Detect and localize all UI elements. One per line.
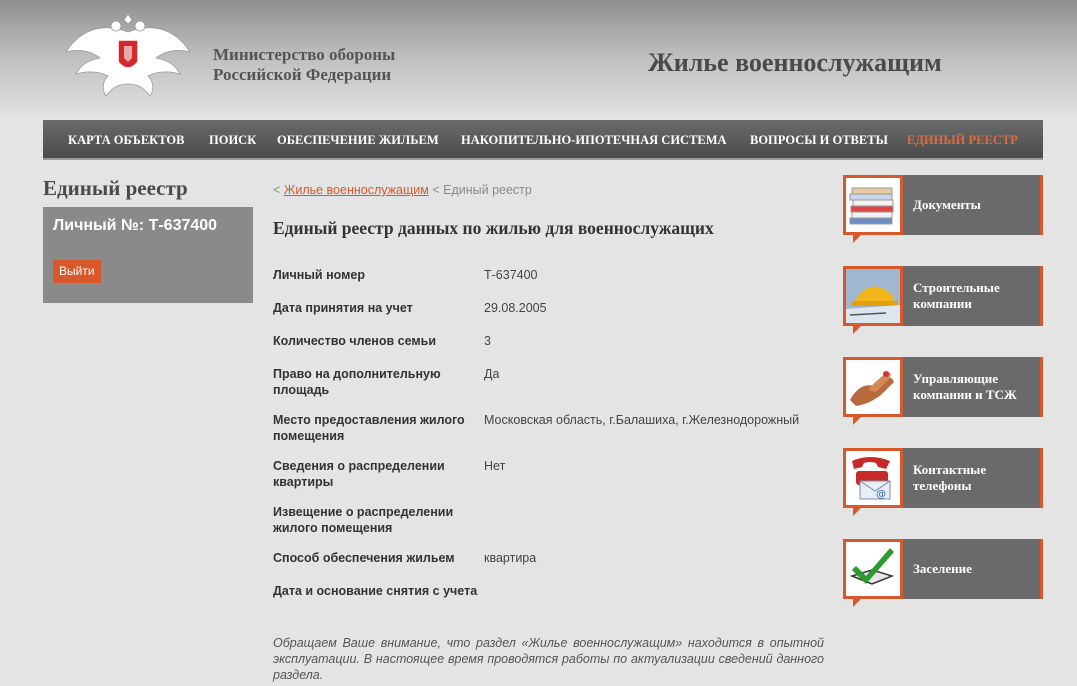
side-block-label: Строительные компании (913, 280, 1000, 311)
side-block-documents[interactable]: Документы (843, 175, 1043, 243)
page-title: Единый реестр данных по жилью для военно… (273, 218, 714, 238)
side-block-settlement[interactable]: Заселение (843, 539, 1043, 607)
callout-tail (853, 417, 861, 425)
nav-item-faq[interactable]: ВОПРОСЫ И ОТВЕТЫ (750, 133, 888, 148)
field-label: Дата принятия на учет (273, 301, 413, 315)
logout-button[interactable]: Выйти (53, 260, 101, 283)
field-value: Нет (484, 459, 506, 473)
main-nav: КАРТА ОБЪЕКТОВ ПОИСК ОБЕСПЕЧЕНИЕ ЖИЛЬЕМ … (43, 120, 1043, 160)
field-value: Московская область, г.Балашиха, г.Железн… (484, 413, 800, 427)
double-headed-eagle-emblem-icon (65, 13, 191, 97)
callout-tail (853, 326, 861, 334)
side-block-label: Заселение (913, 561, 972, 576)
handshake-icon (843, 357, 903, 417)
field-label: Извещение о распределении жилого помещен… (273, 505, 454, 535)
documents-stack-icon (843, 175, 903, 235)
field-value: 3 (484, 334, 491, 348)
svg-text:@: @ (876, 489, 886, 500)
side-block-contacts[interactable]: @ Контактные телефоны (843, 448, 1043, 516)
breadcrumb-separator: < (432, 183, 440, 197)
personal-number: Личный №: Т-637400 (53, 217, 218, 234)
breadcrumb-current: Единый реестр (443, 183, 532, 197)
side-block-label: Управляющие компании и ТСЖ (913, 371, 1017, 402)
breadcrumb-separator: < (273, 183, 281, 197)
field-value: квартира (484, 551, 537, 565)
side-block-management[interactable]: Управляющие компании и ТСЖ (843, 357, 1043, 425)
callout-tail (853, 599, 861, 607)
nav-item-map[interactable]: КАРТА ОБЪЕКТОВ (68, 133, 184, 148)
left-sidebar-title: Единый реестр (43, 176, 188, 200)
field-label: Личный номер (273, 268, 365, 282)
field-label: Количество членов семьи (273, 334, 437, 348)
nav-item-registry[interactable]: ЕДИНЫЙ РЕЕСТР (907, 133, 1018, 148)
site-title: Жилье военнослужащим (648, 48, 942, 77)
field-label: Право на дополнительную площадь (273, 367, 441, 397)
side-block-construction[interactable]: Строительные компании (843, 266, 1043, 334)
field-value: 29.08.2005 (484, 301, 547, 315)
notice-text: Обращаем Ваше внимание, что раздел «Жиль… (273, 636, 824, 682)
field-label: Место предоставления жилого помещения (273, 413, 465, 443)
nav-item-mortgage[interactable]: НАКОПИТЕЛЬНО-ИПОТЕЧНАЯ СИСТЕМА (461, 133, 727, 148)
ministry-line-2: Российской Федерации (213, 65, 392, 84)
nav-item-housing[interactable]: ОБЕСПЕЧЕНИЕ ЖИЛЬЕМ (277, 133, 439, 148)
field-label: Сведения о распределении квартиры (273, 459, 445, 489)
field-value: Да (484, 367, 500, 381)
callout-tail (853, 508, 861, 516)
checkbox-checkmark-icon (843, 539, 903, 599)
breadcrumb-link-housing[interactable]: Жилье военнослужащим (284, 183, 429, 197)
ministry-name: Министерство обороны Российской Федераци… (213, 45, 395, 85)
construction-helmet-icon (843, 266, 903, 326)
side-block-label: Документы (913, 197, 981, 212)
ministry-line-1: Министерство обороны (213, 45, 396, 64)
nav-item-search[interactable]: ПОИСК (209, 133, 256, 148)
phone-email-icon: @ (843, 448, 903, 508)
site-header: Министерство обороны Российской Федераци… (0, 0, 1077, 120)
side-block-label: Контактные телефоны (913, 462, 987, 493)
field-value: Т-637400 (484, 268, 538, 282)
field-label: Дата и основание снятия с учета (273, 584, 478, 598)
breadcrumb: < Жилье военнослужащим < Единый реестр (273, 183, 532, 197)
user-info-box: Личный №: Т-637400 Выйти (43, 207, 253, 303)
callout-tail (853, 235, 861, 243)
field-label: Способ обеспечения жильем (273, 551, 455, 565)
